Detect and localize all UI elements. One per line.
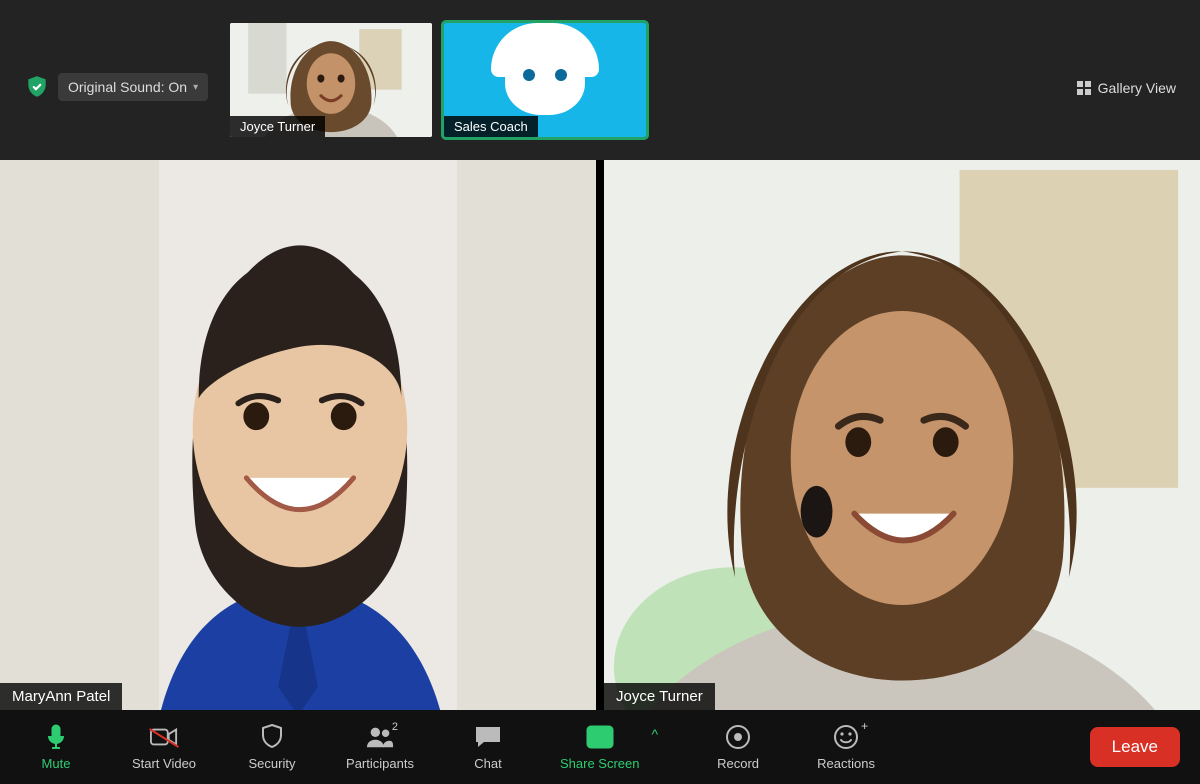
security-label: Security bbox=[249, 756, 296, 771]
share-options-caret[interactable]: ^ bbox=[652, 726, 659, 742]
thumbnail-name-tag: Sales Coach bbox=[444, 116, 538, 137]
speaker-tile[interactable]: Joyce Turner bbox=[604, 160, 1200, 710]
video-feed bbox=[604, 160, 1200, 710]
video-label: Start Video bbox=[132, 756, 196, 771]
chat-button[interactable]: Chat bbox=[452, 723, 524, 771]
thumbnail-name-tag: Joyce Turner bbox=[230, 116, 325, 137]
mute-button[interactable]: Mute bbox=[20, 723, 92, 771]
participants-label: Participants bbox=[346, 756, 414, 771]
chat-icon bbox=[474, 723, 502, 751]
video-feed bbox=[0, 160, 596, 710]
leave-button[interactable]: Leave bbox=[1090, 727, 1180, 767]
reactions-label: Reactions bbox=[817, 756, 875, 771]
reactions-button[interactable]: + Reactions bbox=[810, 723, 882, 771]
camera-off-icon bbox=[150, 723, 178, 751]
chat-label: Chat bbox=[474, 756, 501, 771]
mute-label: Mute bbox=[42, 756, 71, 771]
shield-icon bbox=[258, 723, 286, 751]
record-label: Record bbox=[717, 756, 759, 771]
speaker-name-tag: Joyce Turner bbox=[604, 683, 715, 710]
video-grid: MaryAnn Patel Joyce Turner bbox=[0, 160, 1200, 710]
gallery-view-label: Gallery View bbox=[1098, 80, 1176, 96]
participants-count: 2 bbox=[392, 721, 398, 733]
record-icon bbox=[724, 723, 752, 751]
grid-icon bbox=[1076, 80, 1092, 96]
bottom-toolbar: Mute Start Video Security bbox=[0, 710, 1200, 784]
gallery-view-toggle[interactable]: Gallery View bbox=[1076, 80, 1176, 96]
encryption-shield-icon[interactable] bbox=[22, 72, 52, 102]
share-screen-icon bbox=[586, 723, 614, 751]
start-video-button[interactable]: Start Video bbox=[128, 723, 200, 771]
speaker-tile[interactable]: MaryAnn Patel bbox=[0, 160, 596, 710]
original-sound-toggle[interactable]: Original Sound: On ▾ bbox=[58, 73, 208, 101]
thumbnail-participant[interactable]: Joyce Turner bbox=[230, 23, 432, 137]
security-button[interactable]: Security bbox=[236, 723, 308, 771]
original-sound-label: Original Sound: On bbox=[68, 79, 187, 95]
participants-icon bbox=[366, 723, 394, 751]
participants-button[interactable]: 2 Participants bbox=[344, 723, 416, 771]
share-screen-button[interactable]: Share Screen bbox=[560, 723, 640, 771]
speaker-name-tag: MaryAnn Patel bbox=[0, 683, 122, 710]
plus-badge-icon: + bbox=[861, 719, 868, 733]
thumbnail-strip: Joyce Turner Sales Coach bbox=[230, 23, 646, 137]
reactions-icon bbox=[832, 723, 860, 751]
microphone-icon bbox=[42, 723, 70, 751]
top-bar: Original Sound: On ▾ bbox=[0, 0, 1200, 160]
sound-toggle-group: Original Sound: On ▾ bbox=[22, 72, 208, 102]
share-label: Share Screen bbox=[560, 756, 640, 771]
record-button[interactable]: Record bbox=[702, 723, 774, 771]
leave-label: Leave bbox=[1112, 737, 1158, 756]
chevron-down-icon: ▾ bbox=[193, 82, 198, 93]
thumbnail-active-speaker[interactable]: Sales Coach bbox=[444, 23, 646, 137]
